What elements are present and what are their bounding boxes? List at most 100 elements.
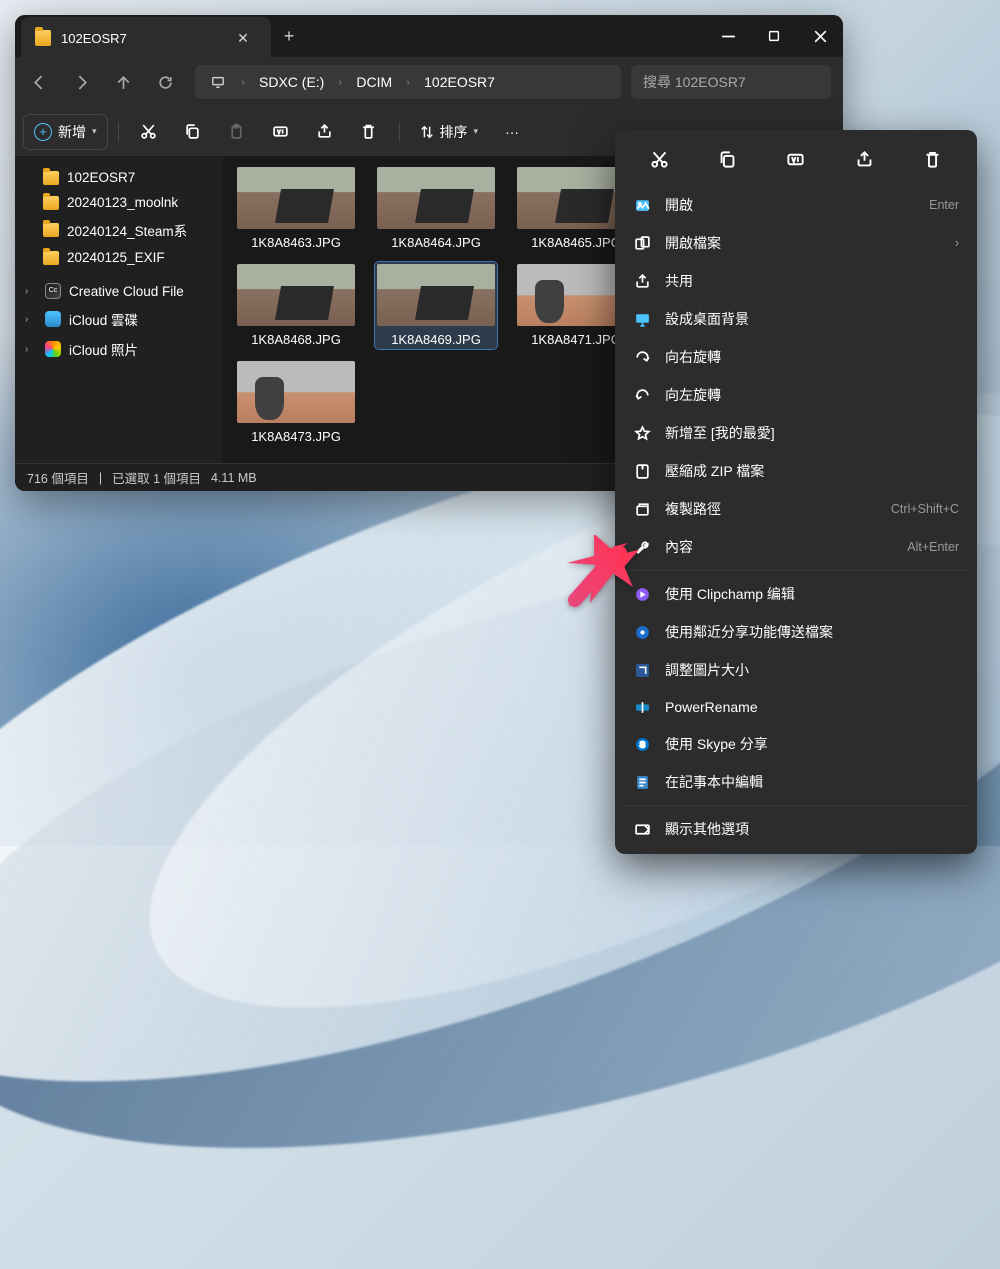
rename-button[interactable]: [261, 114, 301, 150]
file-name: 1K8A8469.JPG: [377, 332, 495, 347]
file-name: 1K8A8468.JPG: [237, 332, 355, 347]
file-item[interactable]: 1K8A8464.JPG: [375, 165, 497, 252]
titlebar: 102EOSR7 ✕ +: [15, 15, 843, 57]
forward-button[interactable]: [61, 62, 101, 102]
app-icon: [45, 341, 61, 357]
sidebar-cloud-item[interactable]: ›iCloud 照片: [15, 334, 223, 364]
menu-item-label: 使用 Clipchamp 编辑: [665, 584, 959, 604]
sidebar-cloud-item[interactable]: ›iCloud 雲碟: [15, 304, 223, 334]
folder-icon: [43, 196, 59, 210]
folder-icon: [43, 251, 59, 265]
chevron-right-icon[interactable]: ›: [330, 77, 350, 88]
search-input[interactable]: 搜尋 102EOSR7: [631, 65, 831, 99]
back-button[interactable]: [19, 62, 59, 102]
folder-label: 20240123_moolnk: [67, 195, 178, 210]
more-button[interactable]: ···: [492, 114, 532, 150]
image-icon: [633, 196, 651, 214]
menu-item-label: 設成桌面背景: [665, 309, 959, 329]
context-menu-item[interactable]: 新增至 [我的最愛]: [621, 414, 971, 452]
menu-item-label: 使用鄰近分享功能傳送檔案: [665, 622, 959, 642]
cut-button[interactable]: [129, 114, 169, 150]
maximize-button[interactable]: [751, 15, 797, 57]
delete-button[interactable]: [349, 114, 389, 150]
copy-button[interactable]: [709, 142, 747, 176]
new-button[interactable]: + 新增 ▾: [23, 114, 108, 150]
cloud-label: Creative Cloud File: [69, 284, 184, 299]
breadcrumb-item[interactable]: 102EOSR7: [418, 74, 501, 90]
context-menu-item[interactable]: PowerRename: [621, 689, 971, 725]
thumbnail: [377, 167, 495, 229]
openwith-icon: [633, 234, 651, 252]
app-icon: [45, 283, 61, 299]
share-button[interactable]: [305, 114, 345, 150]
chevron-right-icon[interactable]: ›: [25, 344, 37, 355]
rename-button[interactable]: [777, 142, 815, 176]
sidebar-folder[interactable]: 20240125_EXIF: [15, 245, 223, 270]
sidebar-folder[interactable]: 20240124_Steam系: [15, 215, 223, 245]
context-menu-item[interactable]: 開啟Enter: [621, 186, 971, 224]
resize-icon: [633, 661, 651, 679]
file-item[interactable]: 1K8A8469.JPG: [375, 262, 497, 349]
menu-item-label: 顯示其他選項: [665, 819, 959, 839]
folder-label: 20240125_EXIF: [67, 250, 165, 265]
zip-icon: [633, 462, 651, 480]
rename-icon: [633, 698, 651, 716]
up-button[interactable]: [103, 62, 143, 102]
share-button[interactable]: [845, 142, 883, 176]
chevron-right-icon[interactable]: ›: [233, 77, 253, 88]
context-menu-item[interactable]: 使用鄰近分享功能傳送檔案: [621, 613, 971, 651]
menu-item-label: 共用: [665, 271, 959, 291]
context-menu-item[interactable]: 壓縮成 ZIP 檔案: [621, 452, 971, 490]
context-menu-item[interactable]: 顯示其他選項: [621, 810, 971, 848]
selection-size: 4.11 MB: [211, 471, 257, 485]
sidebar-folder[interactable]: 20240123_moolnk: [15, 190, 223, 215]
minimize-button[interactable]: [705, 15, 751, 57]
chevron-right-icon[interactable]: ›: [25, 286, 37, 297]
context-menu-item[interactable]: 在記事本中編輯: [621, 763, 971, 801]
context-menu-item[interactable]: 向左旋轉: [621, 376, 971, 414]
sidebar-folder[interactable]: 102EOSR7: [15, 165, 223, 190]
menu-separator: [623, 805, 969, 806]
folder-label: 20240124_Steam系: [67, 220, 187, 240]
context-menu-item[interactable]: 開啟檔案›: [621, 224, 971, 262]
menu-item-label: 使用 Skype 分享: [665, 734, 959, 754]
menu-item-label: 壓縮成 ZIP 檔案: [665, 461, 959, 481]
menu-item-label: 複製路徑: [665, 499, 877, 519]
tab-close-button[interactable]: ✕: [229, 30, 257, 47]
clipchamp-icon: [633, 585, 651, 603]
file-item[interactable]: 1K8A8468.JPG: [235, 262, 357, 349]
cut-button[interactable]: [640, 142, 678, 176]
close-button[interactable]: [797, 15, 843, 57]
context-menu-item[interactable]: 共用: [621, 262, 971, 300]
breadcrumb-item[interactable]: DCIM: [350, 74, 398, 90]
divider: [118, 122, 119, 142]
new-tab-button[interactable]: +: [271, 26, 307, 47]
this-pc-icon[interactable]: [203, 75, 233, 89]
chevron-right-icon[interactable]: ›: [25, 314, 37, 325]
delete-button[interactable]: [914, 142, 952, 176]
sort-button[interactable]: 排序 ▾: [410, 114, 489, 150]
refresh-button[interactable]: [145, 62, 185, 102]
folder-label: 102EOSR7: [67, 170, 135, 185]
breadcrumb[interactable]: › SDXC (E:) › DCIM › 102EOSR7: [195, 65, 621, 99]
context-menu-item[interactable]: 調整圖片大小: [621, 651, 971, 689]
copy-button[interactable]: [173, 114, 213, 150]
svg-text:S: S: [639, 739, 645, 749]
item-count: 716 個項目: [27, 468, 89, 487]
context-menu-item[interactable]: 內容Alt+Enter: [621, 528, 971, 566]
shortcut-hint: ›: [955, 236, 959, 250]
file-item[interactable]: 1K8A8473.JPG: [235, 359, 357, 446]
breadcrumb-item[interactable]: SDXC (E:): [253, 74, 330, 90]
chevron-right-icon[interactable]: ›: [398, 77, 418, 88]
context-menu-item[interactable]: 使用 Clipchamp 编辑: [621, 575, 971, 613]
wrench-icon: [633, 538, 651, 556]
sidebar-cloud-item[interactable]: › Creative Cloud File: [15, 278, 223, 304]
file-item[interactable]: 1K8A8463.JPG: [235, 165, 357, 252]
menu-item-label: 在記事本中編輯: [665, 772, 959, 792]
paste-button[interactable]: [217, 114, 257, 150]
context-menu-item[interactable]: 複製路徑Ctrl+Shift+C: [621, 490, 971, 528]
context-menu-item[interactable]: 設成桌面背景: [621, 300, 971, 338]
context-menu-item[interactable]: 向右旋轉: [621, 338, 971, 376]
tab-active[interactable]: 102EOSR7 ✕: [21, 17, 271, 59]
context-menu-item[interactable]: S 使用 Skype 分享: [621, 725, 971, 763]
